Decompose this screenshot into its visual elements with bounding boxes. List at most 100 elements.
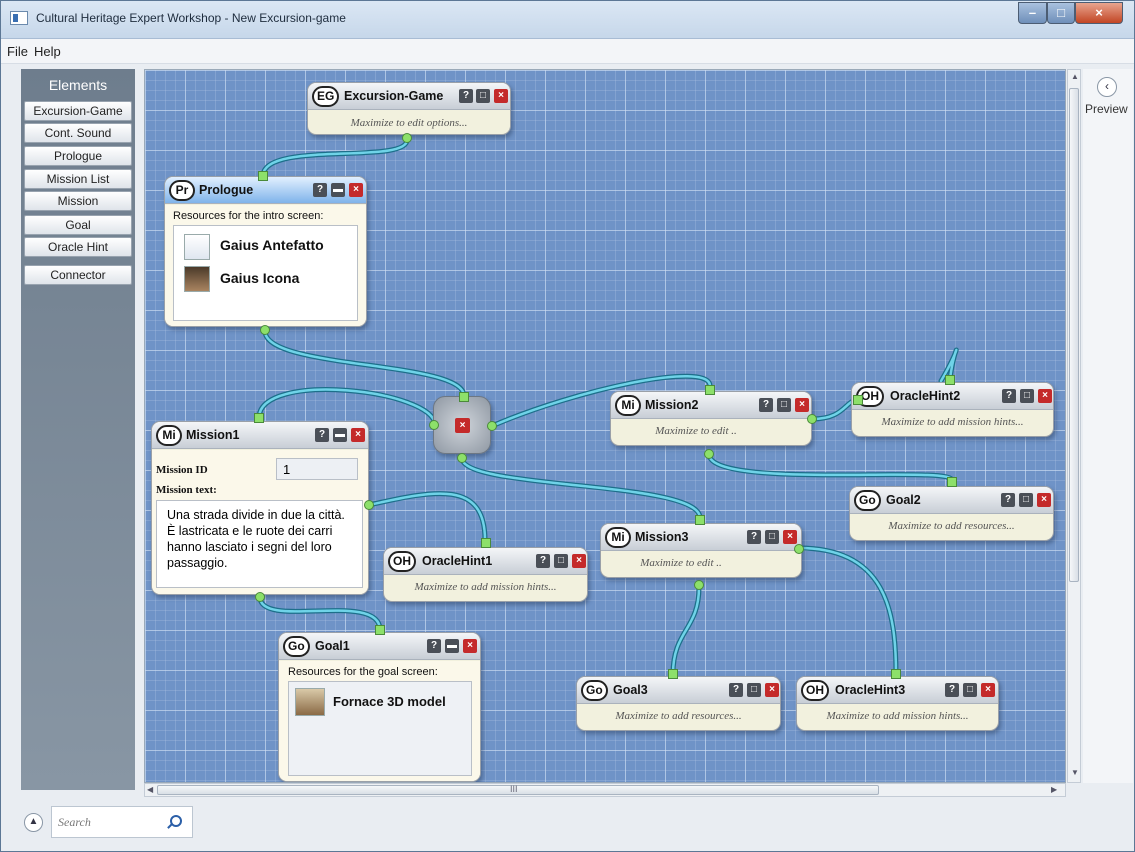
- input-port[interactable]: [947, 477, 957, 487]
- input-port[interactable]: [695, 515, 705, 525]
- element-mission-list[interactable]: Mission List: [24, 169, 132, 189]
- node-header[interactable]: Pr Prologue ? ▬ ×: [165, 177, 366, 204]
- maximize-icon[interactable]: □: [747, 683, 761, 697]
- node-goal1[interactable]: Go Goal1 ? ▬ × Resources for the goal sc…: [278, 632, 481, 782]
- search-icon[interactable]: [170, 815, 182, 827]
- menu-file[interactable]: File: [7, 44, 28, 59]
- help-icon[interactable]: ?: [459, 89, 473, 103]
- close-icon[interactable]: ×: [1037, 493, 1051, 507]
- maximize-icon[interactable]: □: [765, 530, 779, 544]
- help-icon[interactable]: ?: [315, 428, 329, 442]
- maximize-icon[interactable]: □: [963, 683, 977, 697]
- maximize-icon[interactable]: □: [777, 398, 791, 412]
- output-port[interactable]: [807, 414, 817, 424]
- input-port[interactable]: [258, 171, 268, 181]
- mission-text-field[interactable]: Una strada divide in due la città. È las…: [156, 500, 363, 588]
- close-icon[interactable]: ×: [572, 554, 586, 568]
- node-header[interactable]: Go Goal1 ? ▬ ×: [279, 633, 480, 660]
- output-port[interactable]: [260, 325, 270, 335]
- node-header[interactable]: OH OracleHint2 ? □ ×: [852, 383, 1053, 410]
- close-icon[interactable]: ×: [351, 428, 365, 442]
- connector-port[interactable]: [429, 420, 439, 430]
- node-header[interactable]: Mi Mission1 ? ▬ ×: [152, 422, 368, 449]
- search-input[interactable]: [58, 813, 158, 831]
- help-icon[interactable]: ?: [759, 398, 773, 412]
- help-icon[interactable]: ?: [945, 683, 959, 697]
- help-icon[interactable]: ?: [536, 554, 550, 568]
- menu-help[interactable]: Help: [34, 44, 61, 59]
- element-goal[interactable]: Goal: [24, 215, 132, 235]
- close-icon[interactable]: ×: [795, 398, 809, 412]
- node-header[interactable]: OH OracleHint3 ? □ ×: [797, 677, 998, 704]
- maximize-icon[interactable]: □: [1019, 493, 1033, 507]
- resources-list[interactable]: Gaius Antefatto Gaius Icona: [173, 225, 358, 321]
- close-window-button[interactable]: ×: [1075, 2, 1123, 24]
- close-icon[interactable]: ×: [1038, 389, 1052, 403]
- scroll-right-icon[interactable]: ▶: [1051, 785, 1057, 794]
- help-icon[interactable]: ?: [729, 683, 743, 697]
- scroll-up-icon[interactable]: ▲: [1071, 72, 1079, 81]
- element-oracle-hint[interactable]: Oracle Hint: [24, 237, 132, 257]
- close-icon[interactable]: ×: [494, 89, 508, 103]
- search-box[interactable]: [51, 806, 193, 838]
- node-oraclehint3[interactable]: OH OracleHint3 ? □ × Maximize to add mis…: [796, 676, 999, 731]
- help-icon[interactable]: ?: [313, 183, 327, 197]
- close-icon[interactable]: ×: [783, 530, 797, 544]
- input-port[interactable]: [481, 538, 491, 548]
- resource-item[interactable]: Gaius Antefatto: [220, 237, 324, 253]
- element-connector[interactable]: Connector: [24, 265, 132, 285]
- close-icon[interactable]: ×: [463, 639, 477, 653]
- help-icon[interactable]: ?: [1001, 493, 1015, 507]
- node-oraclehint2[interactable]: OH OracleHint2 ? □ × Maximize to add mis…: [851, 382, 1054, 437]
- input-port[interactable]: [254, 413, 264, 423]
- element-prologue[interactable]: Prologue: [24, 146, 132, 166]
- output-port[interactable]: [704, 449, 714, 459]
- close-icon[interactable]: ×: [455, 418, 470, 433]
- horizontal-scrollbar[interactable]: ◀ III ▶: [144, 783, 1066, 797]
- node-mission1[interactable]: Mi Mission1 ? ▬ × Mission ID 1 Mission t…: [151, 421, 369, 595]
- node-excursion-game[interactable]: EG Excursion-Game ? □ × Maximize to edit…: [307, 82, 511, 135]
- input-port[interactable]: [945, 375, 955, 385]
- node-header[interactable]: EG Excursion-Game ? □ ×: [308, 83, 510, 110]
- minimize-icon[interactable]: ▬: [331, 183, 345, 197]
- close-icon[interactable]: ×: [981, 683, 995, 697]
- resource-item[interactable]: Fornace 3D model: [333, 694, 446, 709]
- help-icon[interactable]: ?: [427, 639, 441, 653]
- node-header[interactable]: OH OracleHint1 ? □ ×: [384, 548, 587, 575]
- resource-item[interactable]: Gaius Icona: [220, 270, 299, 286]
- node-header[interactable]: Mi Mission3 ? □ ×: [601, 524, 801, 551]
- chevron-up-icon[interactable]: ▲: [24, 813, 43, 832]
- design-canvas[interactable]: EG Excursion-Game ? □ × Maximize to edit…: [144, 69, 1066, 783]
- maximize-icon[interactable]: □: [1020, 389, 1034, 403]
- node-mission2[interactable]: Mi Mission2 ? □ × Maximize to edit ..: [610, 391, 812, 446]
- output-port[interactable]: [794, 544, 804, 554]
- close-icon[interactable]: ×: [765, 683, 779, 697]
- node-goal3[interactable]: Go Goal3 ? □ × Maximize to add resources…: [576, 676, 781, 731]
- minimize-icon[interactable]: ▬: [333, 428, 347, 442]
- node-oraclehint1[interactable]: OH OracleHint1 ? □ × Maximize to add mis…: [383, 547, 588, 602]
- scroll-down-icon[interactable]: ▼: [1071, 768, 1079, 777]
- input-port[interactable]: [668, 669, 678, 679]
- output-port[interactable]: [255, 592, 265, 602]
- horizontal-scroll-thumb[interactable]: III: [157, 784, 879, 795]
- element-mission[interactable]: Mission: [24, 191, 132, 211]
- input-port[interactable]: [459, 392, 469, 402]
- output-port[interactable]: [694, 580, 704, 590]
- maximize-icon[interactable]: □: [476, 89, 490, 103]
- input-port[interactable]: [891, 669, 901, 679]
- node-header[interactable]: Mi Mission2 ? □ ×: [611, 392, 811, 419]
- mission-id-field[interactable]: 1: [276, 458, 358, 480]
- output-port[interactable]: [402, 133, 412, 143]
- node-goal2[interactable]: Go Goal2 ? □ × Maximize to add resources…: [849, 486, 1054, 541]
- connector-port[interactable]: [487, 421, 497, 431]
- chevron-left-icon[interactable]: ‹: [1097, 77, 1117, 97]
- node-header[interactable]: Go Goal2 ? □ ×: [850, 487, 1053, 514]
- maximize-icon[interactable]: □: [554, 554, 568, 568]
- input-port[interactable]: [853, 395, 863, 405]
- vertical-scrollbar[interactable]: ▲ ▼: [1067, 69, 1081, 783]
- output-port[interactable]: [364, 500, 374, 510]
- node-header[interactable]: Go Goal3 ? □ ×: [577, 677, 780, 704]
- input-port[interactable]: [705, 385, 715, 395]
- element-excursion-game[interactable]: Excursion-Game: [24, 101, 132, 121]
- connector-port[interactable]: [457, 453, 467, 463]
